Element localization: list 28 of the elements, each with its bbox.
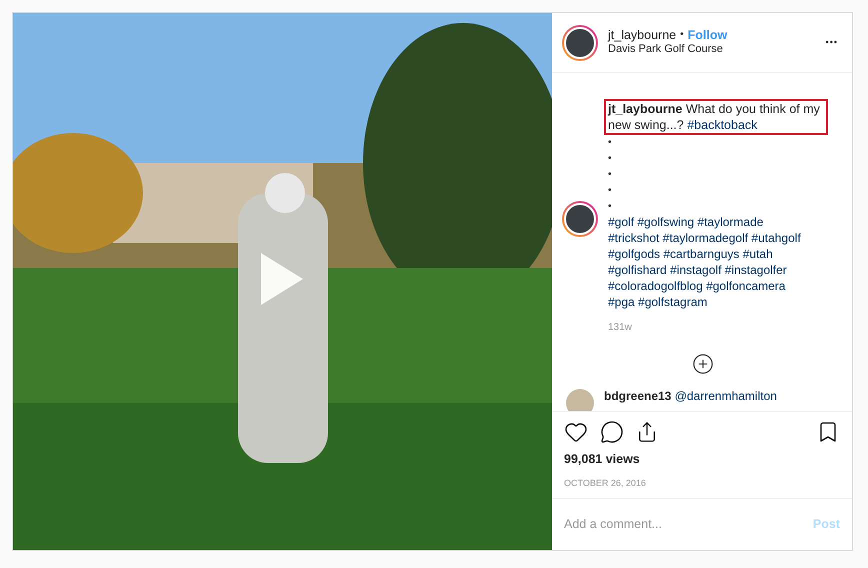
hashtags-text[interactable]: #golfishard #instagolf #instagolfer [608, 262, 801, 278]
view-count[interactable]: 99,081 views [564, 450, 840, 468]
post-date: OCTOBER 26, 2016 [564, 476, 647, 490]
avatar[interactable] [562, 24, 598, 60]
load-more-icon[interactable] [692, 353, 714, 375]
location-link[interactable]: Davis Park Golf Course [608, 43, 816, 58]
hashtags-text[interactable]: #coloradogolfblog #golfoncamera [608, 278, 801, 294]
comment-icon[interactable] [600, 420, 624, 444]
bullet-text: • [608, 200, 612, 214]
avatar[interactable] [562, 201, 598, 237]
hashtag-link[interactable]: #backtoback [687, 118, 758, 132]
share-icon[interactable] [636, 420, 658, 443]
caption-text: jt_laybourne What do you think of my new swing...? #backtoback [604, 99, 828, 135]
bullet-text: • [608, 184, 612, 198]
hashtags-text[interactable]: #pga #golfstagram [608, 294, 801, 310]
bullet-text: • [608, 168, 612, 182]
separator-dot: • [680, 29, 684, 42]
hashtags-text[interactable]: #trickshot #taylormadegolf #utahgolf [608, 230, 801, 246]
mention-link[interactable]: @darrenmhamilton [674, 389, 777, 403]
bullet-text: • [608, 152, 612, 166]
hashtags-text[interactable]: #golfgods #cartbarnguys #utah [608, 246, 801, 262]
bullet-text: • [608, 136, 612, 150]
comment-text: bdgreene13 @darrenmhamilton [604, 389, 777, 403]
hashtags-text[interactable]: #golf #golfswing #taylormade [608, 214, 801, 230]
more-button[interactable]: ••• [826, 36, 842, 50]
comment-field[interactable]: Add a comment... [564, 515, 813, 534]
username[interactable]: jt_laybourne [608, 28, 676, 44]
post-age: 131w [608, 321, 633, 335]
